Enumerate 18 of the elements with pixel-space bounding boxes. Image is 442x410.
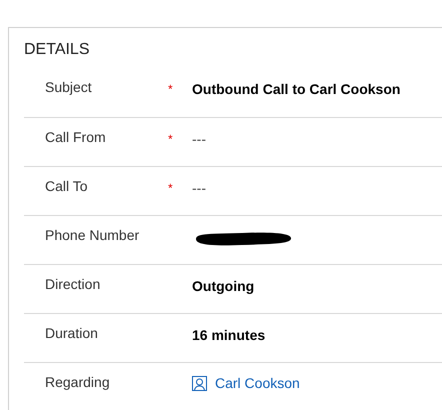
section-title: DETAILS <box>24 40 90 60</box>
field-label: Subject <box>44 78 93 97</box>
field-label: Duration <box>44 324 99 343</box>
field-value: --- <box>192 131 206 147</box>
required-mark: * <box>168 82 173 96</box>
field-value: Outbound Call to Carl Cookson <box>192 81 400 97</box>
field-label: Phone Number <box>44 226 140 245</box>
field-label: Regarding <box>44 373 111 392</box>
field-value: --- <box>192 180 206 196</box>
field-value: Outgoing <box>192 278 254 294</box>
regarding-link[interactable]: Carl Cookson <box>192 373 300 394</box>
field-label: Call To <box>44 177 89 196</box>
field-label: Direction <box>44 275 102 294</box>
field-value: 16 minutes <box>192 327 266 343</box>
contact-icon <box>192 376 207 391</box>
required-mark: * <box>168 181 173 195</box>
field-label: Call From <box>44 128 107 147</box>
required-mark: * <box>168 132 173 146</box>
